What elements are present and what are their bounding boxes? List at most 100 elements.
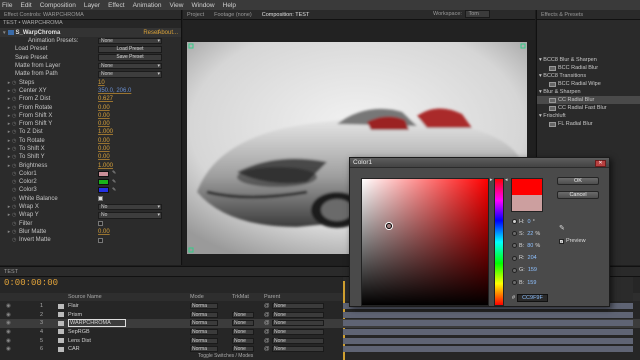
hue-slider-right-arrow-icon[interactable]: ◂ xyxy=(505,177,508,183)
color-swatch[interactable] xyxy=(98,187,109,194)
trkmat-dropdown[interactable]: None xyxy=(232,346,254,353)
wrap-x-dropdown[interactable]: No xyxy=(98,203,162,211)
cancel-button[interactable]: Cancel xyxy=(557,191,599,199)
close-icon[interactable]: ✕ xyxy=(595,159,606,167)
layer-duration-bar[interactable] xyxy=(343,320,633,327)
layer-name[interactable]: Flair xyxy=(68,303,79,309)
matte-from-path-dropdown[interactable]: None xyxy=(98,71,162,78)
save-preset-button[interactable]: Save Preset xyxy=(98,54,162,61)
color-field-value[interactable]: 159 xyxy=(527,280,536,286)
mode-dropdown[interactable]: Norma xyxy=(190,346,218,353)
stopwatch-icon[interactable]: ◷ xyxy=(12,138,19,144)
layer-duration-bar[interactable] xyxy=(343,328,633,335)
fx-badge-icon[interactable] xyxy=(7,30,14,35)
color-mode-radio[interactable] xyxy=(512,255,517,261)
parent-dropdown[interactable]: None xyxy=(272,320,324,327)
layer-name[interactable]: Lens Dist xyxy=(68,338,91,344)
eye-icon[interactable]: ◉ xyxy=(6,303,11,309)
param-value[interactable]: 1.000 xyxy=(98,163,113,169)
preview-toggle[interactable]: ✓ Preview xyxy=(559,238,586,244)
param-value[interactable]: 1.000 xyxy=(98,129,113,135)
layer-duration-bar[interactable] xyxy=(343,337,633,344)
trkmat-dropdown[interactable]: None xyxy=(232,337,254,344)
stopwatch-icon[interactable]: ◷ xyxy=(12,96,19,102)
stopwatch-icon[interactable]: ◷ xyxy=(12,212,19,218)
stopwatch-icon[interactable]: ◷ xyxy=(12,229,19,235)
menu-item-window[interactable]: Window xyxy=(192,2,215,9)
param-value[interactable]: 350.0, 206.0 xyxy=(98,88,131,94)
trkmat-dropdown[interactable]: None xyxy=(232,328,254,335)
source-name-header[interactable]: Source Name xyxy=(68,294,102,300)
stopwatch-icon[interactable]: ◷ xyxy=(12,129,19,135)
color-mode-radio[interactable] xyxy=(512,219,517,224)
eyedropper-icon[interactable]: ✎ xyxy=(112,187,118,193)
pickwhip-icon[interactable]: @ xyxy=(264,346,270,352)
blur-matte-value[interactable]: 0.00 xyxy=(98,229,110,235)
layer-color-icon[interactable] xyxy=(58,346,64,352)
color-swatch[interactable] xyxy=(98,179,109,186)
layer-row[interactable]: ◉ 3 WARPCHROMA Norma None @ None xyxy=(0,319,640,328)
layer-color-icon[interactable] xyxy=(58,303,64,309)
mode-dropdown[interactable]: Norma xyxy=(190,320,218,327)
mode-dropdown[interactable]: Norma xyxy=(190,303,218,310)
parent-dropdown[interactable]: None xyxy=(272,328,324,335)
eyedropper-icon[interactable]: ✎ xyxy=(112,171,118,176)
menu-item-composition[interactable]: Composition xyxy=(40,2,76,9)
menu-item-layer[interactable]: Layer xyxy=(84,2,100,9)
eyedropper-icon[interactable]: ✎ xyxy=(112,179,118,185)
eye-icon[interactable]: ◉ xyxy=(6,329,11,335)
hex-input[interactable]: CC9F9F xyxy=(517,294,548,302)
trkmat-header[interactable]: TrkMat xyxy=(232,294,249,300)
effect-category[interactable]: ▾ Frischluft xyxy=(537,112,640,120)
pickwhip-icon[interactable]: @ xyxy=(264,312,270,318)
layer-name[interactable]: WARPCHROMA xyxy=(68,319,126,328)
color-mode-radio[interactable] xyxy=(512,243,517,249)
color-mode-radio[interactable] xyxy=(512,267,517,273)
stopwatch-icon[interactable]: ◷ xyxy=(12,154,19,160)
eye-icon[interactable]: ◉ xyxy=(6,320,11,326)
expand-triangle-icon[interactable]: ▾ xyxy=(3,30,6,36)
stopwatch-icon[interactable]: ◷ xyxy=(12,221,19,227)
mode-dropdown[interactable]: Norma xyxy=(190,337,218,344)
eye-icon[interactable]: ◉ xyxy=(6,312,11,318)
parent-dropdown[interactable]: None xyxy=(272,337,324,344)
param-value[interactable]: 0.00 xyxy=(98,146,110,152)
effect-category[interactable]: ▾ BCC8 Blur & Sharpen xyxy=(537,56,640,64)
menu-item-help[interactable]: Help xyxy=(223,2,236,9)
color-swatch[interactable] xyxy=(98,170,109,177)
color-mode-radio[interactable] xyxy=(512,280,517,285)
dialog-titlebar[interactable]: Color1 xyxy=(350,158,609,168)
timecode-display[interactable]: 0:00:00:00 xyxy=(4,278,58,288)
param-value[interactable]: 0.00 xyxy=(98,113,110,119)
parent-dropdown[interactable]: None xyxy=(272,303,324,310)
stopwatch-icon[interactable]: ◷ xyxy=(12,113,19,119)
eye-icon[interactable]: ◉ xyxy=(6,346,11,352)
timeline-tab[interactable]: TEST xyxy=(4,269,18,275)
pickwhip-icon[interactable]: @ xyxy=(264,338,270,344)
color-field-value[interactable]: 0 xyxy=(528,219,531,225)
layer-duration-bar[interactable] xyxy=(343,311,633,318)
workspace-dropdown[interactable]: Tom xyxy=(465,10,490,18)
layer-color-icon[interactable] xyxy=(58,312,64,318)
stopwatch-icon[interactable]: ◷ xyxy=(12,88,19,94)
workspace-switcher[interactable]: Workspace: Tom xyxy=(433,10,490,18)
about-link[interactable]: About... xyxy=(157,30,178,36)
param-value[interactable]: 0.627 xyxy=(98,96,113,102)
menu-item-edit[interactable]: Edit xyxy=(20,2,31,9)
load-preset-button[interactable]: Load Preset xyxy=(98,46,162,53)
layer-color-icon[interactable] xyxy=(58,338,64,344)
matte-from-layer-dropdown[interactable]: None xyxy=(98,62,162,70)
mode-dropdown[interactable]: Norma xyxy=(190,328,218,335)
mode-dropdown[interactable]: Norma xyxy=(190,311,218,318)
mode-header[interactable]: Mode xyxy=(190,294,204,300)
effect-item[interactable]: CC Radial Fast Blur xyxy=(537,104,640,112)
comp-tab[interactable]: Footage (none) xyxy=(214,12,252,18)
eyedropper-icon[interactable]: ✎ xyxy=(559,224,567,232)
layer-row[interactable]: ◉ 6 CAR Norma None @ None xyxy=(0,345,640,353)
color-mode-radio[interactable] xyxy=(512,231,517,237)
layer-name[interactable]: CAR xyxy=(68,346,80,352)
toggle-switches-modes[interactable]: Toggle Switches / Modes xyxy=(198,353,253,359)
comp-tab[interactable]: Project xyxy=(187,12,204,18)
param-value[interactable]: 0.00 xyxy=(98,121,110,127)
animation-presets-dropdown[interactable]: None xyxy=(98,37,162,45)
